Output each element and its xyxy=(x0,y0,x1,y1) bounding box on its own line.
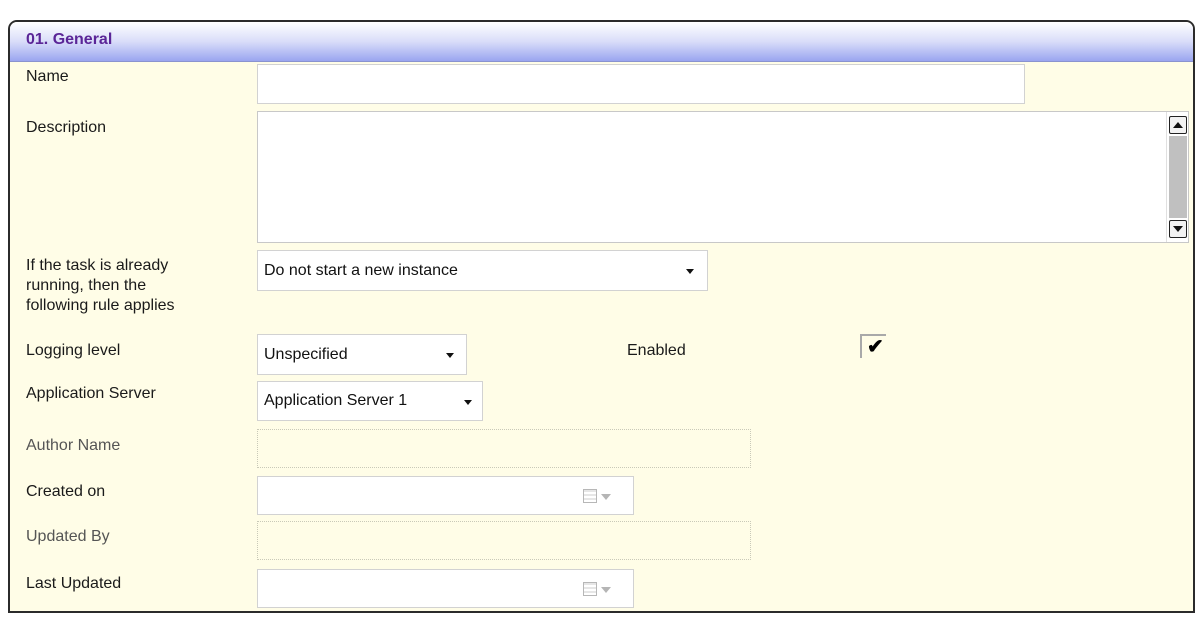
chevron-down-icon xyxy=(464,400,472,405)
scroll-up-button[interactable] xyxy=(1169,116,1187,134)
rule-select[interactable]: Do not start a new instance xyxy=(257,250,708,291)
last-updated-label: Last Updated xyxy=(26,575,122,592)
scroll-down-button[interactable] xyxy=(1169,220,1187,238)
logging-level-select[interactable]: Unspecified xyxy=(257,334,467,375)
rule-label-line3: following rule applies xyxy=(26,297,175,314)
chevron-down-icon[interactable] xyxy=(601,587,611,593)
triangle-up-icon xyxy=(1173,122,1183,128)
enabled-checkbox[interactable]: ✔ xyxy=(860,334,886,358)
panel-header[interactable]: 01. General xyxy=(10,22,1193,62)
last-updated-date-picker[interactable] xyxy=(257,569,634,608)
author-field xyxy=(257,429,751,468)
description-textarea[interactable] xyxy=(257,111,1189,243)
rule-label-line2: running, then the xyxy=(26,277,147,294)
chevron-down-icon xyxy=(686,269,694,274)
checkmark-icon: ✔ xyxy=(867,336,884,358)
name-label: Name xyxy=(26,68,69,85)
triangle-down-icon xyxy=(1173,226,1183,232)
calendar-icon[interactable] xyxy=(583,582,597,596)
rule-label-line1: If the task is already xyxy=(26,257,169,274)
scroll-track[interactable] xyxy=(1169,136,1187,218)
description-scrollbar[interactable] xyxy=(1166,112,1188,242)
name-input[interactable] xyxy=(257,64,1025,104)
panel-title: 01. General xyxy=(26,31,113,48)
created-date-picker[interactable] xyxy=(257,476,634,515)
description-label: Description xyxy=(26,119,107,136)
chevron-down-icon[interactable] xyxy=(601,494,611,500)
app-server-select[interactable]: Application Server 1 xyxy=(257,381,483,421)
updated-by-label: Updated By xyxy=(26,528,110,545)
chevron-down-icon xyxy=(446,353,454,358)
enabled-label: Enabled xyxy=(627,342,686,359)
author-label: Author Name xyxy=(26,437,121,454)
created-label: Created on xyxy=(26,483,106,500)
app-server-label: Application Server xyxy=(26,385,156,402)
general-panel: 01. General Name Description If the task… xyxy=(8,20,1195,613)
updated-by-field xyxy=(257,521,751,560)
logging-label: Logging level xyxy=(26,342,121,359)
calendar-icon[interactable] xyxy=(583,489,597,503)
